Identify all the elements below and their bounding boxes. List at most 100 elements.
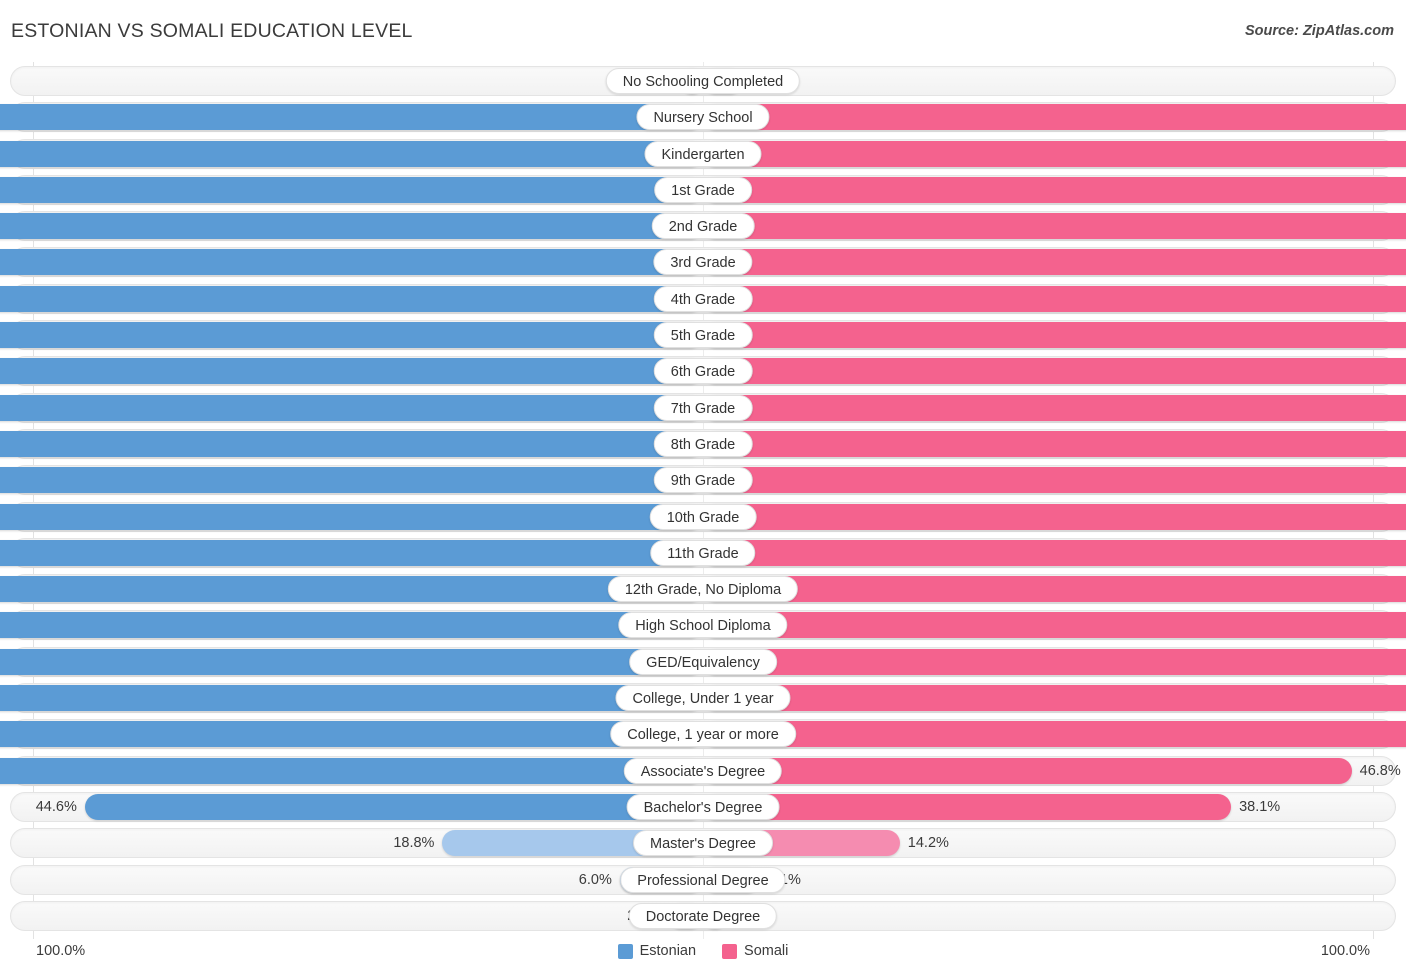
bar-somali[interactable]	[703, 793, 1232, 820]
category-label: 9th Grade	[653, 467, 753, 494]
category-label: 3rd Grade	[653, 249, 753, 276]
chart-row: 98.4%97.0%Kindergarten	[0, 138, 1406, 169]
value-label-somali: 14.2%	[907, 835, 949, 852]
value-label-somali: 88.6%	[703, 610, 1406, 640]
legend-item[interactable]: Somali	[722, 943, 788, 959]
bar-somali[interactable]	[703, 757, 1352, 784]
value-label-estonian: 97.8%	[0, 356, 703, 386]
chart-row: 65.0%59.9%College, 1 year or more	[0, 719, 1406, 750]
chart-row: 95.3%93.2%10th Grade	[0, 501, 1406, 532]
chart-row: 97.8%96.2%6th Grade	[0, 356, 1406, 387]
value-label-somali: 95.1%	[703, 429, 1406, 459]
value-label-somali: 96.2%	[703, 356, 1406, 386]
value-label-somali: 95.3%	[703, 393, 1406, 423]
category-label: 6th Grade	[653, 358, 753, 385]
category-label: Professional Degree	[620, 866, 786, 893]
category-label: 8th Grade	[653, 430, 753, 457]
value-label-estonian: 6.0%	[578, 871, 612, 888]
value-label-somali: 96.5%	[703, 320, 1406, 350]
bar-estonian[interactable]	[0, 757, 703, 784]
row-bars: 95.3%93.2%10th Grade	[0, 502, 1406, 532]
value-label-somali: 38.1%	[1239, 798, 1281, 815]
value-label-estonian: 88.6%	[0, 647, 703, 677]
legend-item[interactable]: Estonian	[617, 943, 696, 959]
category-label: Doctorate Degree	[628, 902, 778, 929]
value-label-estonian: 44.6%	[35, 798, 77, 815]
category-label: GED/Equivalency	[629, 648, 777, 675]
chart-row: 98.4%97.0%1st Grade	[0, 174, 1406, 205]
value-label-somali: 93.2%	[703, 502, 1406, 532]
chart-row: 70.6%65.8%College, Under 1 year	[0, 683, 1406, 714]
bar-somali[interactable]	[703, 721, 1406, 748]
value-label-somali: 96.6%	[703, 284, 1406, 314]
value-label-estonian: 98.3%	[0, 247, 703, 277]
row-bars: 18.8% 14.2% Master's Degree	[10, 828, 1396, 858]
row-bars: 2.5%1.7%Doctorate Degree	[10, 901, 1396, 931]
chart-legend: Estonian Somali	[0, 943, 1406, 959]
row-bars: 6.0%4.1%Professional Degree	[10, 865, 1396, 895]
category-label: Master's Degree	[633, 830, 773, 857]
category-label: 7th Grade	[653, 394, 753, 421]
category-label: 10th Grade	[649, 503, 757, 530]
value-label-estonian: 97.0%	[0, 393, 703, 423]
value-label-estonian: 94.4%	[0, 538, 703, 568]
row-bars: 98.4%97.0%2nd Grade	[0, 211, 1406, 241]
chart-row: 52.5%46.8%Associate's Degree	[0, 755, 1406, 786]
value-label-somali: 46.8%	[1359, 762, 1401, 779]
row-bars: 98.0%96.5%5th Grade	[0, 320, 1406, 350]
value-label-estonian: 65.0%	[0, 719, 703, 749]
category-label: No Schooling Completed	[605, 68, 801, 94]
category-label: High School Diploma	[618, 612, 788, 639]
category-label: 2nd Grade	[651, 213, 755, 240]
chart-header: ESTONIAN VS SOMALI EDUCATION LEVEL Sourc…	[0, 0, 1406, 62]
value-label-estonian: 98.5%	[0, 102, 703, 132]
page-title: ESTONIAN VS SOMALI EDUCATION LEVEL	[11, 20, 413, 42]
value-label-estonian: 98.0%	[0, 320, 703, 350]
value-label-somali: 85.0%	[703, 647, 1406, 677]
category-label: 12th Grade, No Diploma	[607, 576, 799, 603]
legend-swatch-icon	[617, 943, 633, 959]
row-bars: 88.6%85.0%GED/Equivalency	[0, 647, 1406, 677]
value-label-estonian: 98.4%	[0, 139, 703, 169]
chart-row: 96.1%94.3%9th Grade	[0, 465, 1406, 496]
value-label-somali: 90.6%	[703, 574, 1406, 604]
category-label: Nursery School	[636, 104, 770, 131]
chart-row: 6.0%4.1%Professional Degree	[0, 864, 1406, 895]
value-label-somali: 92.1%	[703, 538, 1406, 568]
value-label-estonian: 18.8%	[393, 835, 435, 852]
chart-row: 18.8% 14.2% Master's Degree	[0, 828, 1406, 859]
chart-row: 1.6%2.9%No Schooling Completed	[0, 66, 1406, 96]
value-label-somali: 65.8%	[703, 683, 1406, 713]
chart-row: 91.6%88.6%High School Diploma	[0, 610, 1406, 641]
row-bars: 1.6%2.9%No Schooling Completed	[10, 66, 1396, 96]
chart-row: 98.1%96.6%4th Grade	[0, 283, 1406, 314]
source-attribution: Source: ZipAtlas.com	[1244, 23, 1394, 39]
value-label-estonian: 95.3%	[0, 502, 703, 532]
row-bars: 97.0%95.3%7th Grade	[0, 393, 1406, 423]
value-label-somali: 97.0%	[703, 175, 1406, 205]
value-label-somali: 97.1%	[703, 102, 1406, 132]
value-label-estonian: 96.1%	[0, 465, 703, 495]
row-bars: 93.2%90.6%12th Grade, No Diploma	[0, 574, 1406, 604]
value-label-estonian: 91.6%	[0, 610, 703, 640]
row-bars: 98.1%96.6%4th Grade	[0, 284, 1406, 314]
row-bars: 94.4%92.1%11th Grade	[0, 538, 1406, 568]
chart-row: 94.4%92.1%11th Grade	[0, 537, 1406, 568]
value-label-estonian: 96.8%	[0, 429, 703, 459]
diverging-bar-chart: 1.6%2.9%No Schooling Completed 98.5%97.1%…	[0, 66, 1406, 937]
category-label: 1st Grade	[654, 176, 752, 203]
row-bars: 65.0%59.9%College, 1 year or more	[0, 719, 1406, 749]
row-bars: 98.4%97.0%1st Grade	[0, 175, 1406, 205]
chart-row: 98.3%96.8%3rd Grade	[0, 247, 1406, 278]
chart-row: 44.6% 38.1% Bachelor's Degree	[0, 791, 1406, 822]
chart-row: 97.0%95.3%7th Grade	[0, 392, 1406, 423]
value-label-somali: 96.8%	[703, 247, 1406, 277]
row-bars: 70.6%65.8%College, Under 1 year	[0, 683, 1406, 713]
bar-estonian[interactable]	[84, 793, 703, 820]
chart-row: 93.2%90.6%12th Grade, No Diploma	[0, 574, 1406, 605]
row-bars: 98.4%97.0%Kindergarten	[0, 139, 1406, 169]
category-label: 4th Grade	[653, 285, 753, 312]
row-bars: 91.6%88.6%High School Diploma	[0, 610, 1406, 640]
category-label: College, 1 year or more	[610, 721, 796, 748]
value-label-estonian: 93.2%	[0, 574, 703, 604]
